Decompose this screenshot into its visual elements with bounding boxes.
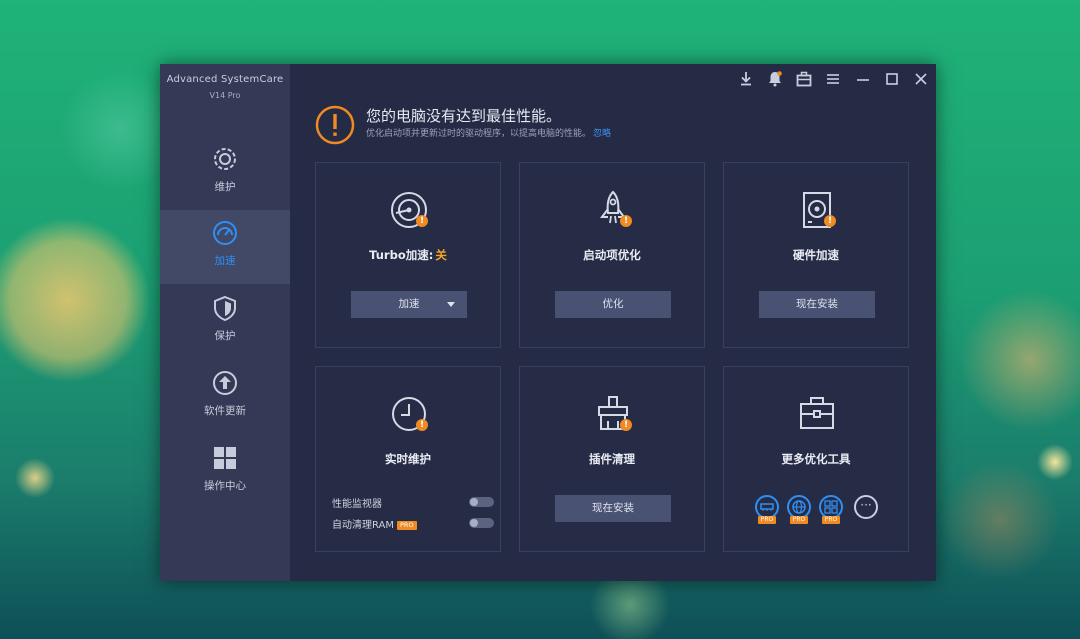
performance-monitor-toggle[interactable] bbox=[469, 497, 494, 507]
speedometer-icon bbox=[213, 221, 237, 245]
card-title: 实时维护 bbox=[385, 452, 431, 466]
apps-icon bbox=[824, 500, 838, 514]
optimize-button[interactable]: 优化 bbox=[555, 291, 671, 318]
toggle-knob bbox=[470, 519, 478, 527]
internet-booster-button[interactable]: PRO bbox=[787, 495, 811, 524]
more-tools-button[interactable]: ··· bbox=[854, 495, 878, 519]
menu-icon[interactable] bbox=[824, 70, 842, 88]
sidebar-item-action-center[interactable]: 操作中心 bbox=[160, 435, 290, 509]
card-title-text: Turbo加速: bbox=[369, 248, 434, 262]
toggle-label: 自动清理RAM PRO bbox=[332, 516, 417, 531]
app-version: V14 Pro bbox=[209, 91, 241, 100]
sidebar-item-software-update[interactable]: 软件更新 bbox=[160, 360, 290, 434]
toggle-row: 自动清理RAM PRO bbox=[332, 516, 494, 531]
app-tools-button[interactable]: PRO bbox=[819, 495, 843, 524]
gear-icon bbox=[214, 148, 236, 170]
pro-badge: PRO bbox=[758, 516, 776, 524]
toolbox-icon bbox=[800, 397, 834, 429]
button-label: 加速 bbox=[398, 298, 420, 310]
button-label: 优化 bbox=[602, 298, 624, 310]
close-icon[interactable] bbox=[912, 70, 930, 88]
card-more-tools: 更多优化工具 PRO PRO PRO ··· bbox=[723, 366, 909, 552]
button-label: 现在安装 bbox=[592, 502, 634, 514]
sidebar-item-label: 维护 bbox=[214, 181, 236, 193]
card-hardware-accel: ! 硬件加速 现在安装 bbox=[723, 162, 909, 348]
pro-badge: PRO bbox=[397, 520, 417, 530]
toolbox-icon[interactable] bbox=[795, 70, 813, 88]
button-label: 现在安装 bbox=[796, 298, 838, 310]
card-realtime-maintain: ! 实时维护 性能监视器 自动清理RAM PRO bbox=[315, 366, 501, 552]
download-icon[interactable] bbox=[737, 70, 755, 88]
sidebar-item-protect[interactable]: 保护 bbox=[160, 285, 290, 359]
pro-badge: PRO bbox=[790, 516, 808, 524]
turbo-status: 关 bbox=[435, 248, 447, 262]
auto-clean-ram-toggle[interactable] bbox=[469, 518, 494, 528]
warning-icon bbox=[315, 105, 355, 145]
card-title: 启动项优化 bbox=[583, 248, 641, 262]
toggle-label-text: 自动清理RAM bbox=[332, 520, 395, 531]
sidebar-item-label: 加速 bbox=[214, 255, 236, 267]
warning-badge: ! bbox=[824, 215, 836, 227]
minimize-icon[interactable] bbox=[854, 70, 872, 88]
toggle-label: 性能监视器 bbox=[332, 499, 382, 510]
sidebar-item-speedup[interactable]: 加速 bbox=[160, 210, 290, 284]
app-window: Advanced SystemCare V14 Pro 维护 加速 保护 软件更… bbox=[160, 64, 936, 581]
pro-badge: PRO bbox=[822, 516, 840, 524]
card-title: Turbo加速: 关 bbox=[316, 247, 500, 263]
ignore-link[interactable]: 忽略 bbox=[593, 129, 611, 139]
chevron-down-icon[interactable] bbox=[447, 302, 455, 307]
alert-subtitle: 优化启动项并更新过时的驱动程序，以提高电脑的性能。 忽略 bbox=[366, 126, 611, 139]
ram-tool-button[interactable]: PRO bbox=[755, 495, 779, 524]
upload-icon bbox=[213, 371, 237, 395]
sidebar-item-label: 操作中心 bbox=[204, 480, 246, 492]
card-title: 插件清理 bbox=[589, 452, 635, 466]
warning-badge: ! bbox=[416, 215, 428, 227]
install-button[interactable]: 现在安装 bbox=[555, 495, 671, 522]
sidebar-item-maintain[interactable]: 维护 bbox=[160, 136, 290, 210]
card-turbo-boost: ! Turbo加速: 关 加速 bbox=[315, 162, 501, 348]
toggle-row: 性能监视器 bbox=[332, 495, 494, 510]
boost-button[interactable]: 加速 bbox=[351, 291, 467, 318]
card-startup-optimize: ! 启动项优化 优化 bbox=[519, 162, 705, 348]
alert-title: 您的电脑没有达到最佳性能。 bbox=[366, 107, 562, 125]
grid-icon bbox=[214, 447, 236, 469]
shield-icon bbox=[214, 295, 236, 321]
install-button[interactable]: 现在安装 bbox=[759, 291, 875, 318]
toggle-knob bbox=[470, 498, 478, 506]
warning-badge: ! bbox=[416, 419, 428, 431]
card-title: 硬件加速 bbox=[793, 248, 839, 262]
card-title: 更多优化工具 bbox=[781, 452, 851, 466]
notification-icon[interactable] bbox=[766, 70, 784, 88]
globe-icon bbox=[792, 500, 806, 514]
alert-subtitle-text: 优化启动项并更新过时的驱动程序，以提高电脑的性能。 bbox=[366, 129, 592, 139]
warning-badge: ! bbox=[620, 215, 632, 227]
warning-badge: ! bbox=[620, 419, 632, 431]
brand: Advanced SystemCare V14 Pro bbox=[160, 72, 290, 100]
maximize-icon[interactable] bbox=[883, 70, 901, 88]
sidebar: Advanced SystemCare V14 Pro 维护 加速 保护 软件更… bbox=[160, 64, 290, 581]
sidebar-item-label: 保护 bbox=[214, 330, 236, 342]
ram-icon bbox=[760, 503, 774, 511]
app-name: Advanced SystemCare bbox=[166, 74, 284, 85]
sidebar-item-label: 软件更新 bbox=[204, 405, 246, 417]
card-plugin-cleanup: ! 插件清理 现在安装 bbox=[519, 366, 705, 552]
